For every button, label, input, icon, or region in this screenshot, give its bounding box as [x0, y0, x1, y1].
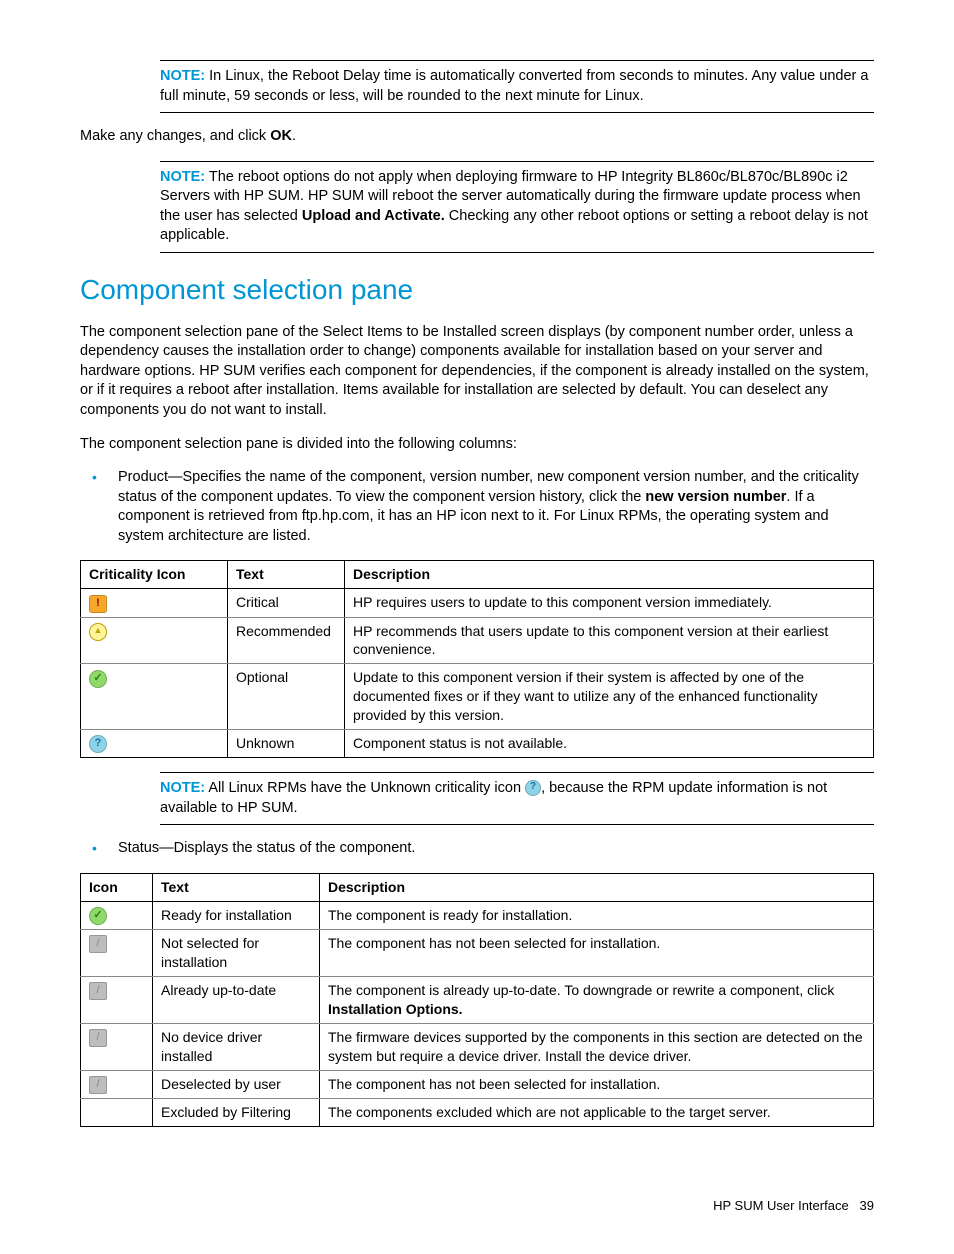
cell-text: Deselected by user [153, 1070, 320, 1098]
cell-desc: The component is ready for installation. [320, 901, 874, 929]
ready-icon [89, 907, 107, 925]
cell-desc: HP recommends that users update to this … [345, 617, 874, 664]
cell-icon [81, 901, 153, 929]
col-desc: Description [345, 561, 874, 589]
ok-bold: OK [270, 128, 292, 144]
table-row: No device driver installed The firmware … [81, 1023, 874, 1070]
paragraph-columns: The component selection pane is divided … [80, 435, 874, 455]
table-header-row: Criticality Icon Text Description [81, 561, 874, 589]
col-text: Text [153, 873, 320, 901]
cell-icon [81, 1023, 153, 1070]
table-row: Not selected for installation The compon… [81, 930, 874, 977]
table-row: Already up-to-date The component is alre… [81, 976, 874, 1023]
note-text: All Linux RPMs have the Unknown critical… [208, 780, 525, 796]
grey-icon [89, 935, 107, 953]
cell-text: No device driver installed [153, 1023, 320, 1070]
cell-desc: The component has not been selected for … [320, 1070, 874, 1098]
recommended-icon [89, 623, 107, 641]
note-box-1: NOTE: In Linux, the Reboot Delay time is… [160, 60, 874, 113]
cell-desc: The components excluded which are not ap… [320, 1098, 874, 1126]
paragraph-intro: The component selection pane of the Sele… [80, 323, 874, 421]
page-footer: HP SUM User Interface 39 [80, 1197, 874, 1215]
status-table: Icon Text Description Ready for installa… [80, 873, 874, 1127]
cell-icon [81, 589, 228, 617]
grey-icon [89, 1076, 107, 1094]
cell-icon [81, 976, 153, 1023]
col-icon: Icon [81, 873, 153, 901]
cell-desc: HP requires users to update to this comp… [345, 589, 874, 617]
note-label: NOTE: [160, 780, 205, 796]
footer-text: HP SUM User Interface [713, 1198, 849, 1213]
cell-text: Already up-to-date [153, 976, 320, 1023]
criticality-table: Criticality Icon Text Description Critic… [80, 560, 874, 758]
section-heading: Component selection pane [80, 271, 874, 309]
bullet-product: Product—Specifies the name of the compon… [80, 468, 874, 546]
note-label: NOTE: [160, 169, 205, 185]
cell-icon [81, 1070, 153, 1098]
col-icon: Criticality Icon [81, 561, 228, 589]
table-header-row: Icon Text Description [81, 873, 874, 901]
bullet-list-2: Status—Displays the status of the compon… [80, 839, 874, 859]
cell-text: Unknown [228, 730, 345, 758]
cell-icon [81, 930, 153, 977]
cell-icon [81, 1098, 153, 1126]
cell-icon [81, 730, 228, 758]
cell-text: Optional [228, 664, 345, 730]
cell-text: Not selected for installation [153, 930, 320, 977]
bold-text: new version number [645, 489, 786, 505]
grey-icon [89, 982, 107, 1000]
grey-icon [89, 1029, 107, 1047]
cell-text: Recommended [228, 617, 345, 664]
table-row: Unknown Component status is not availabl… [81, 730, 874, 758]
col-text: Text [228, 561, 345, 589]
cell-text: Ready for installation [153, 901, 320, 929]
col-desc: Description [320, 873, 874, 901]
cell-icon [81, 617, 228, 664]
bullet-status: Status—Displays the status of the compon… [80, 839, 874, 859]
cell-text: Excluded by Filtering [153, 1098, 320, 1126]
note-label: NOTE: [160, 68, 205, 84]
table-row: Critical HP requires users to update to … [81, 589, 874, 617]
critical-icon [89, 595, 107, 613]
table-row: Ready for installation The component is … [81, 901, 874, 929]
cell-desc: The component is already up-to-date. To … [320, 976, 874, 1023]
table-row: Excluded by Filtering The components exc… [81, 1098, 874, 1126]
cell-text: Critical [228, 589, 345, 617]
table-row: Deselected by user The component has not… [81, 1070, 874, 1098]
bold-text: Installation Options. [328, 1001, 463, 1017]
unknown-icon [525, 780, 541, 796]
text: The component is already up-to-date. To … [328, 982, 834, 998]
cell-icon [81, 664, 228, 730]
optional-icon [89, 670, 107, 688]
cell-desc: The firmware devices supported by the co… [320, 1023, 874, 1070]
table-row: Optional Update to this component versio… [81, 664, 874, 730]
note-text: In Linux, the Reboot Delay time is autom… [160, 68, 868, 104]
text: . [292, 128, 296, 144]
unknown-icon [89, 735, 107, 753]
cell-desc: Update to this component version if thei… [345, 664, 874, 730]
paragraph-make-changes: Make any changes, and click OK. [80, 127, 874, 147]
page-number: 39 [860, 1198, 874, 1213]
cell-desc: The component has not been selected for … [320, 930, 874, 977]
table-row: Recommended HP recommends that users upd… [81, 617, 874, 664]
text: Make any changes, and click [80, 128, 270, 144]
note-box-2: NOTE: The reboot options do not apply wh… [160, 161, 874, 253]
note-box-3: NOTE: All Linux RPMs have the Unknown cr… [160, 772, 874, 825]
cell-desc: Component status is not available. [345, 730, 874, 758]
upload-activate-bold: Upload and Activate. [302, 208, 445, 224]
bullet-list-1: Product—Specifies the name of the compon… [80, 468, 874, 546]
